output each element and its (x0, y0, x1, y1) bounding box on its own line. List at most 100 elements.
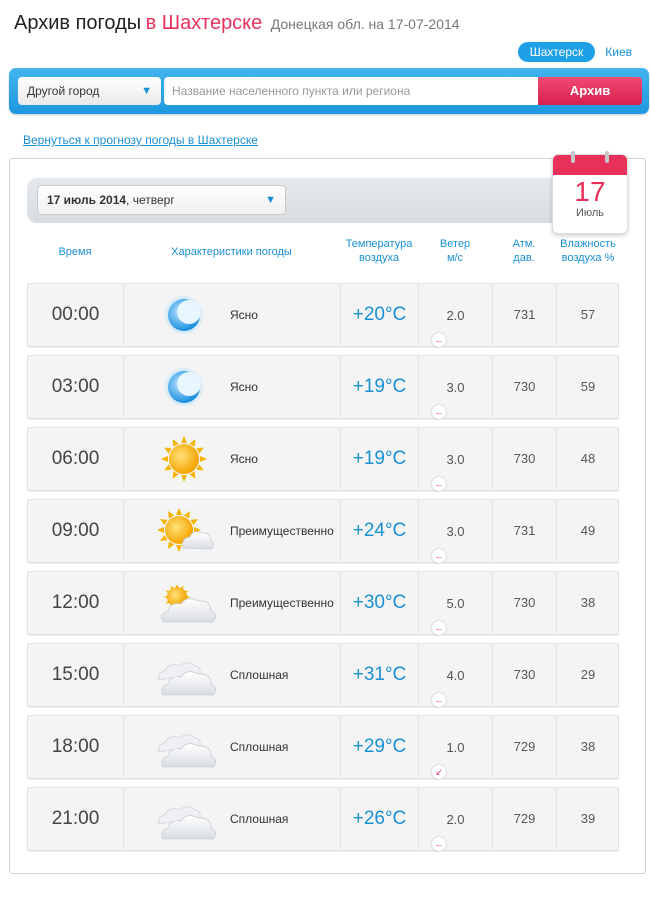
chevron-down-icon: ▼ (141, 85, 152, 97)
wind-direction-icon: ← (432, 405, 446, 419)
back-to-forecast-link[interactable]: Вернуться к прогнозу погоды в Шахтерске (23, 133, 258, 147)
col-temperature: Температура воздуха (345, 238, 413, 264)
archive-button[interactable]: Архив (538, 77, 642, 105)
row-temperature: +26°C (341, 788, 419, 850)
title-city: в Шахтерске (145, 12, 263, 34)
row-time: 06:00 (28, 428, 124, 490)
chevron-down-icon: ▼ (265, 194, 276, 206)
wind-direction-icon: ← (432, 621, 446, 635)
city-link-kiev[interactable]: Киев (605, 45, 632, 59)
table-row: 15:00 Сплошная +31°C 4.0 ← 730 29 (27, 643, 619, 707)
row-wind-speed: 5.0 (446, 596, 465, 611)
table-row: 12:00 Преимущественно +30°C 5.0 ← 730 38 (27, 571, 619, 635)
table-row: 03:00 Ясно +19°C 3.0 ← 730 59 (27, 355, 619, 419)
row-conditions: Ясно (124, 428, 341, 490)
row-humidity: 38 (580, 739, 596, 754)
row-wind: 3.0 ← (419, 356, 493, 419)
row-conditions: Сплошная (124, 644, 341, 706)
row-time: 21:00 (28, 788, 124, 850)
row-time: 03:00 (28, 356, 124, 418)
row-wind-speed: 3.0 (446, 380, 465, 395)
col-time: Время (58, 246, 92, 258)
row-pressure: 730 (493, 428, 557, 490)
table-row: 00:00 Ясно +20°C 2.0 ← 731 57 (27, 283, 619, 347)
row-wind: 1.0 ↙ (419, 716, 493, 779)
row-humidity: 29 (580, 667, 596, 682)
table-row: 09:00 Преимущественно +24°C 3.0 ← 731 49 (27, 499, 619, 563)
row-wind-speed: 2.0 (446, 308, 465, 323)
row-humidity: 39 (580, 811, 596, 826)
row-condition-label: Ясно (230, 452, 258, 466)
row-conditions: Сплошная (124, 788, 341, 850)
row-wind-speed: 4.0 (446, 668, 465, 683)
title-archive: Архив погоды (14, 12, 142, 34)
row-conditions: Сплошная (124, 716, 341, 778)
calendar-month: Июль (575, 207, 605, 219)
search-input[interactable] (164, 77, 544, 105)
row-condition-label: Сплошная (230, 740, 289, 754)
row-wind-speed: 3.0 (446, 524, 465, 539)
row-temperature: +24°C (341, 500, 419, 562)
title-region-date: Донецкая обл. на 17-07-2014 (270, 16, 460, 32)
wind-direction-icon: ← (432, 549, 446, 563)
cloud-icon (151, 650, 221, 700)
row-pressure: 731 (493, 284, 557, 346)
row-humidity: 38 (580, 595, 596, 610)
table-row: 18:00 Сплошная +29°C 1.0 ↙ 729 38 (27, 715, 619, 779)
row-pressure: 730 (493, 644, 557, 706)
page-title: Архив погоды в Шахтерске Донецкая обл. н… (14, 12, 460, 35)
city-pill-active[interactable]: Шахтерск (517, 42, 596, 62)
row-time: 18:00 (28, 716, 124, 778)
column-headers: Время Характеристики погоды Температура в… (27, 237, 621, 277)
row-wind-speed: 1.0 (446, 740, 465, 755)
calendar-icon: 17 Июль (552, 151, 628, 234)
row-humidity: 57 (580, 307, 596, 322)
row-temperature: +31°C (341, 644, 419, 706)
row-temperature: +29°C (341, 716, 419, 778)
row-wind: 2.0 ← (419, 284, 493, 347)
cloud-icon (151, 794, 221, 844)
row-humidity: 48 (580, 451, 596, 466)
search-bar: Другой город ▼ Архив (9, 68, 649, 114)
date-weekday: , четверг (126, 193, 175, 207)
row-wind: 2.0 ← (419, 788, 493, 851)
row-time: 15:00 (28, 644, 124, 706)
sun-cloud-icon (151, 506, 221, 556)
col-pressure: Атм. дав. (512, 238, 536, 264)
calendar-day: 17 (574, 176, 606, 207)
row-wind: 3.0 ← (419, 428, 493, 491)
city-links: Шахтерск Киев (517, 42, 632, 62)
date-dropdown[interactable]: 17 июль 2014, четверг ▼ (37, 185, 286, 215)
row-wind: 5.0 ← (419, 572, 493, 635)
row-temperature: +30°C (341, 572, 419, 634)
row-conditions: Преимущественно (124, 500, 341, 562)
row-pressure: 731 (493, 500, 557, 562)
date-bar: 17 июль 2014, четверг ▼ 17 Июль (27, 151, 628, 234)
wind-direction-icon: ↙ (432, 765, 446, 779)
row-temperature: +19°C (341, 428, 419, 490)
other-city-label: Другой город (27, 84, 100, 98)
date-bold: 17 июль 2014 (47, 193, 127, 207)
row-wind: 3.0 ← (419, 500, 493, 563)
archive-panel: 17 июль 2014, четверг ▼ 17 Июль Время Ха… (9, 151, 646, 874)
cloud-icon (151, 722, 221, 772)
row-condition-label: Ясно (230, 380, 258, 394)
row-conditions: Ясно (124, 284, 341, 346)
row-time: 12:00 (28, 572, 124, 634)
row-condition-label: Ясно (230, 308, 258, 322)
row-wind-speed: 2.0 (446, 812, 465, 827)
row-humidity: 49 (580, 523, 596, 538)
wind-direction-icon: ← (432, 837, 446, 851)
row-condition-label: Сплошная (230, 668, 289, 682)
table-row: 21:00 Сплошная +26°C 2.0 ← 729 39 (27, 787, 619, 851)
row-condition-label: Преимущественно (230, 524, 334, 538)
col-conditions: Характеристики погоды (171, 246, 292, 258)
row-time: 00:00 (28, 284, 124, 346)
other-city-dropdown[interactable]: Другой город ▼ (18, 77, 161, 105)
row-pressure: 730 (493, 356, 557, 418)
row-pressure: 729 (493, 788, 557, 850)
wind-direction-icon: ← (432, 333, 446, 347)
row-conditions: Преимущественно (124, 572, 341, 634)
row-condition-label: Преимущественно (230, 596, 334, 610)
wind-direction-icon: ← (432, 693, 446, 707)
